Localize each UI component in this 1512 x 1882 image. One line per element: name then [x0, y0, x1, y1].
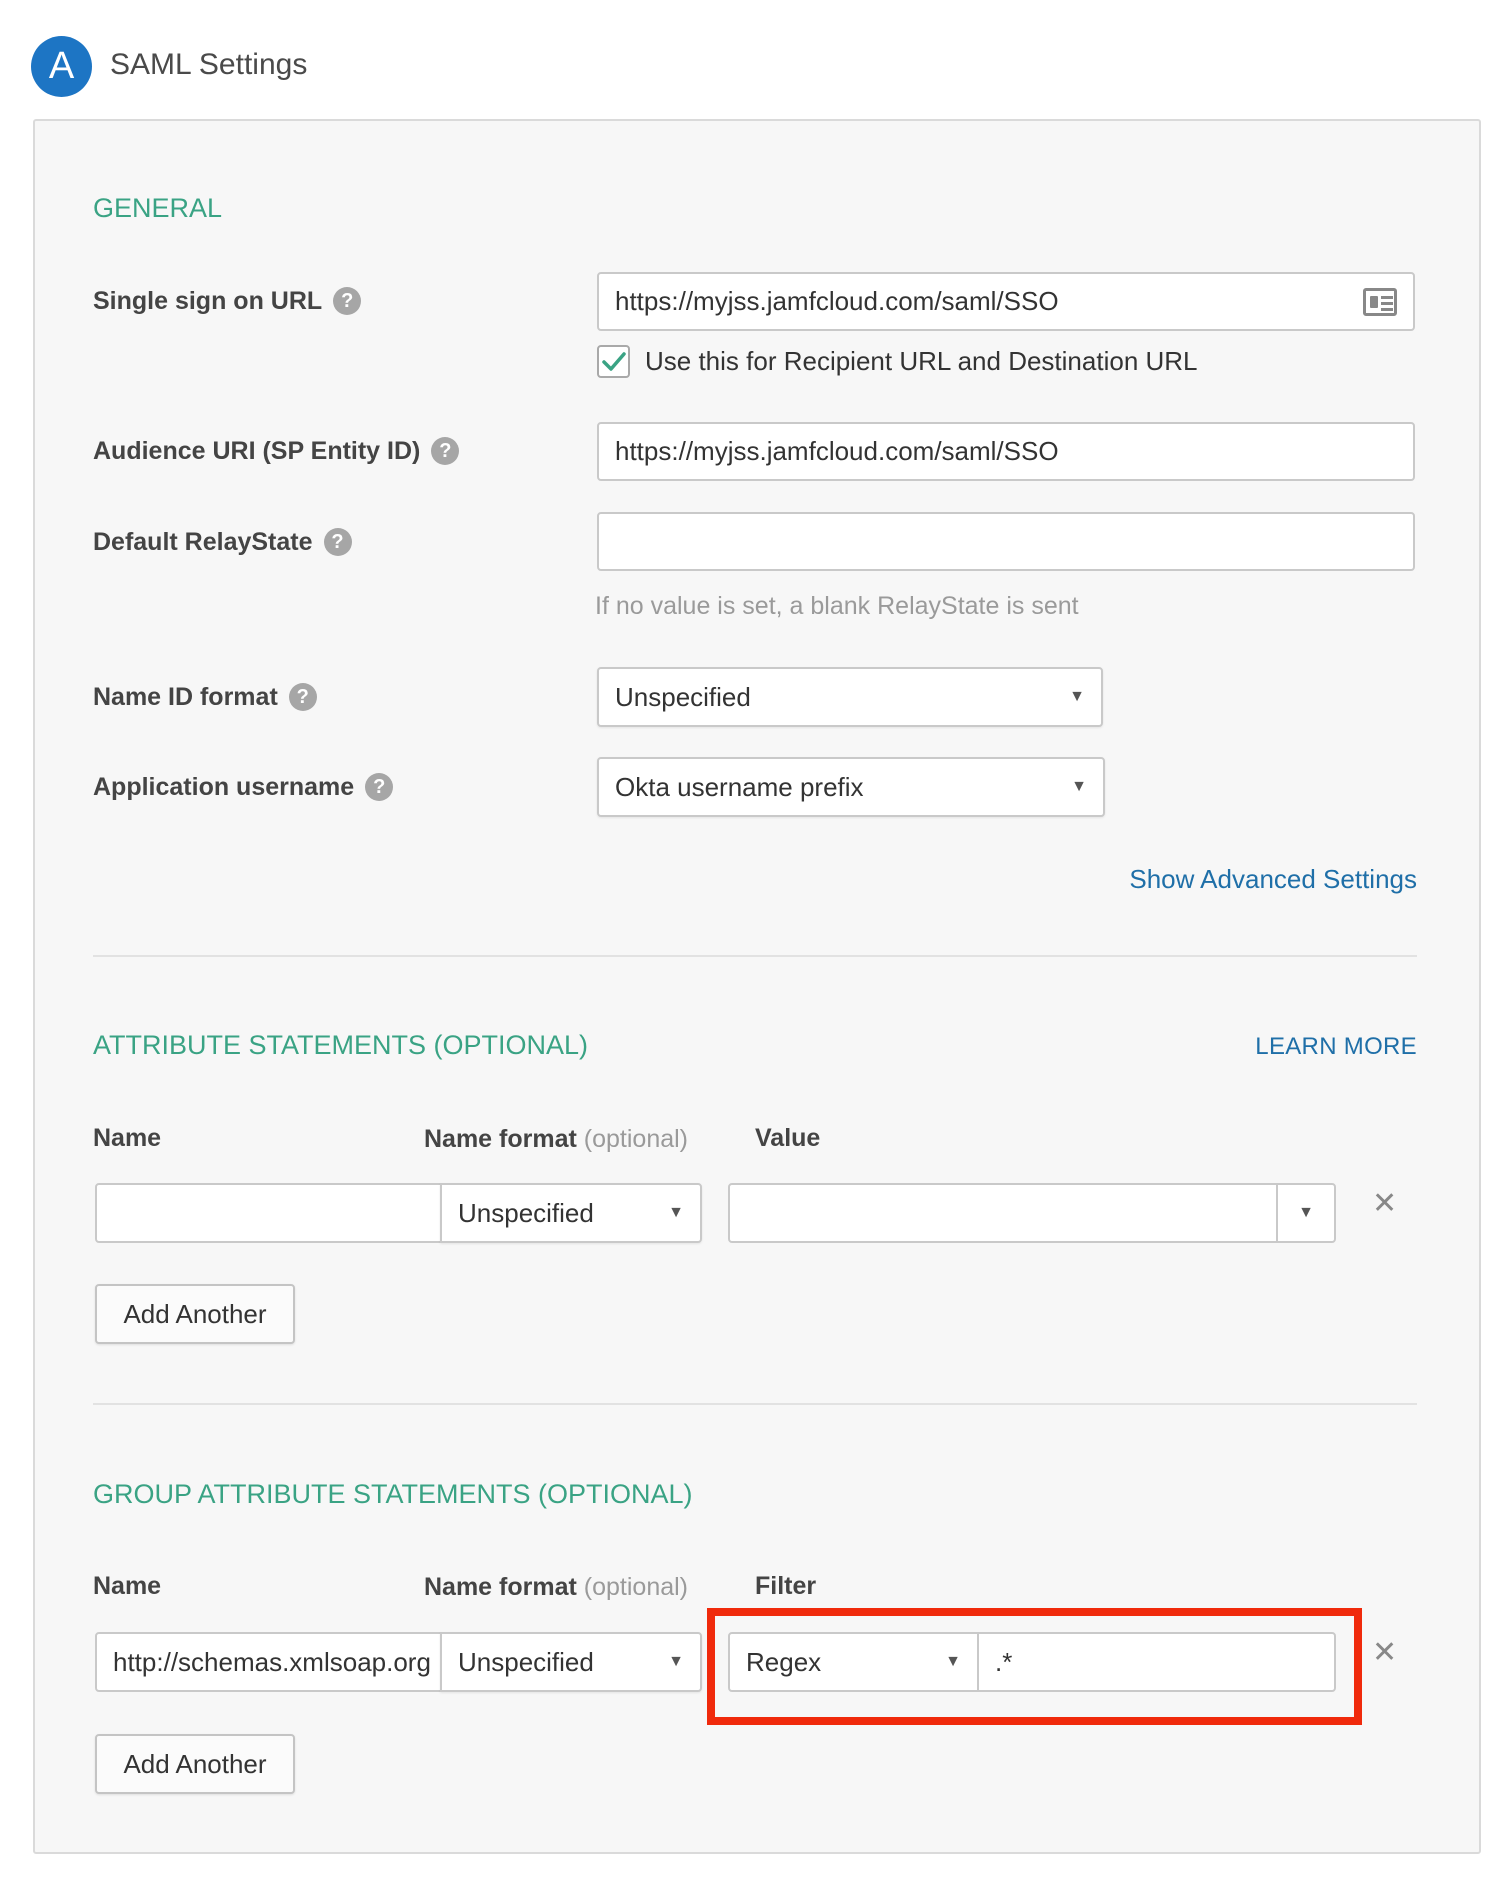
group-filter-value: .*: [995, 1646, 1013, 1677]
chevron-down-icon: ▼: [1298, 1204, 1314, 1221]
show-advanced-settings-link[interactable]: Show Advanced Settings: [1129, 864, 1417, 895]
sso-url-value: https://myjss.jamfcloud.com/saml/SSO: [615, 286, 1059, 316]
app-username-label-text: Application username: [93, 772, 355, 801]
relay-state-hint: If no value is set, a blank RelayState i…: [595, 592, 1079, 620]
attr-col-name: Name: [93, 1124, 162, 1152]
attr-remove-row-icon[interactable]: ✕: [1372, 1186, 1397, 1221]
name-id-format-label-text: Name ID format: [93, 682, 278, 711]
group-name-value: http://schemas.xmlsoap.org: [113, 1646, 431, 1677]
relay-state-label-text: Default RelayState: [93, 527, 313, 556]
general-heading: GENERAL: [93, 193, 223, 223]
group-col-format-optional: (optional): [583, 1573, 689, 1601]
page-title: SAML Settings: [110, 48, 308, 81]
divider: [93, 955, 1417, 957]
group-filter-type-value: Regex: [746, 1646, 822, 1677]
help-icon[interactable]: ?: [288, 683, 317, 711]
chevron-down-icon: ▼: [668, 1653, 684, 1670]
audience-uri-input[interactable]: https://myjss.jamfcloud.com/saml/SSO: [597, 422, 1415, 481]
attribute-statements-heading: ATTRIBUTE STATEMENTS (OPTIONAL): [93, 1030, 589, 1060]
group-col-filter: Filter: [755, 1572, 817, 1600]
divider: [93, 1403, 1417, 1405]
group-remove-row-icon[interactable]: ✕: [1372, 1635, 1397, 1670]
group-col-name: Name: [93, 1572, 162, 1600]
audience-uri-label: Audience URI (SP Entity ID) ?: [93, 434, 460, 468]
group-col-format-text: Name format: [424, 1573, 577, 1601]
attr-col-format-optional: (optional): [583, 1125, 689, 1153]
audience-uri-value: https://myjss.jamfcloud.com/saml/SSO: [615, 436, 1059, 466]
help-icon[interactable]: ?: [333, 287, 362, 315]
attr-value-dropdown-button[interactable]: ▼: [1276, 1185, 1334, 1241]
chevron-down-icon: ▼: [1071, 778, 1087, 795]
group-attribute-statements-heading: GROUP ATTRIBUTE STATEMENTS (OPTIONAL): [93, 1479, 693, 1509]
attr-col-format: Name format (optional): [424, 1125, 688, 1154]
group-col-format: Name format (optional): [424, 1573, 688, 1602]
relay-state-label: Default RelayState ?: [93, 525, 352, 559]
sso-url-input[interactable]: https://myjss.jamfcloud.com/saml/SSO: [597, 272, 1415, 331]
learn-more-link[interactable]: LEARN MORE: [1255, 1033, 1417, 1061]
help-icon[interactable]: ?: [323, 528, 352, 556]
attr-col-format-text: Name format: [424, 1125, 577, 1153]
app-username-value: Okta username prefix: [615, 771, 864, 802]
name-id-format-label: Name ID format ?: [93, 680, 317, 714]
chevron-down-icon: ▼: [945, 1653, 961, 1670]
audience-uri-label-text: Audience URI (SP Entity ID): [93, 436, 421, 465]
attr-value-combobox[interactable]: ▼: [728, 1183, 1336, 1243]
group-add-another-button[interactable]: Add Another: [95, 1734, 295, 1794]
attr-format-value: Unspecified: [458, 1197, 594, 1228]
attr-col-value: Value: [755, 1124, 821, 1152]
group-filter-value-input[interactable]: .*: [977, 1632, 1336, 1692]
help-icon[interactable]: ?: [431, 437, 460, 465]
step-badge: A: [31, 36, 92, 97]
group-name-input[interactable]: http://schemas.xmlsoap.org: [95, 1632, 442, 1692]
chevron-down-icon: ▼: [668, 1204, 684, 1221]
name-id-format-value: Unspecified: [615, 681, 751, 712]
group-format-select[interactable]: Unspecified ▼: [440, 1632, 702, 1692]
checkmark-icon: [601, 351, 626, 371]
recipient-checkbox[interactable]: [597, 345, 630, 378]
sso-url-label: Single sign on URL ?: [93, 284, 362, 318]
attr-format-select[interactable]: Unspecified ▼: [440, 1183, 702, 1243]
app-username-select[interactable]: Okta username prefix ▼: [597, 757, 1105, 817]
contact-card-icon[interactable]: [1363, 287, 1397, 316]
help-icon[interactable]: ?: [365, 773, 394, 801]
recipient-checkbox-label: Use this for Recipient URL and Destinati…: [645, 346, 1198, 376]
sso-url-label-text: Single sign on URL: [93, 286, 323, 315]
attr-add-another-button[interactable]: Add Another: [95, 1284, 295, 1344]
relay-state-input[interactable]: [597, 512, 1415, 571]
attr-name-input[interactable]: [95, 1183, 442, 1243]
chevron-down-icon: ▼: [1069, 688, 1085, 705]
app-username-label: Application username ?: [93, 770, 394, 804]
group-format-value: Unspecified: [458, 1646, 594, 1677]
group-filter-type-select[interactable]: Regex ▼: [728, 1632, 979, 1692]
name-id-format-select[interactable]: Unspecified ▼: [597, 667, 1103, 727]
